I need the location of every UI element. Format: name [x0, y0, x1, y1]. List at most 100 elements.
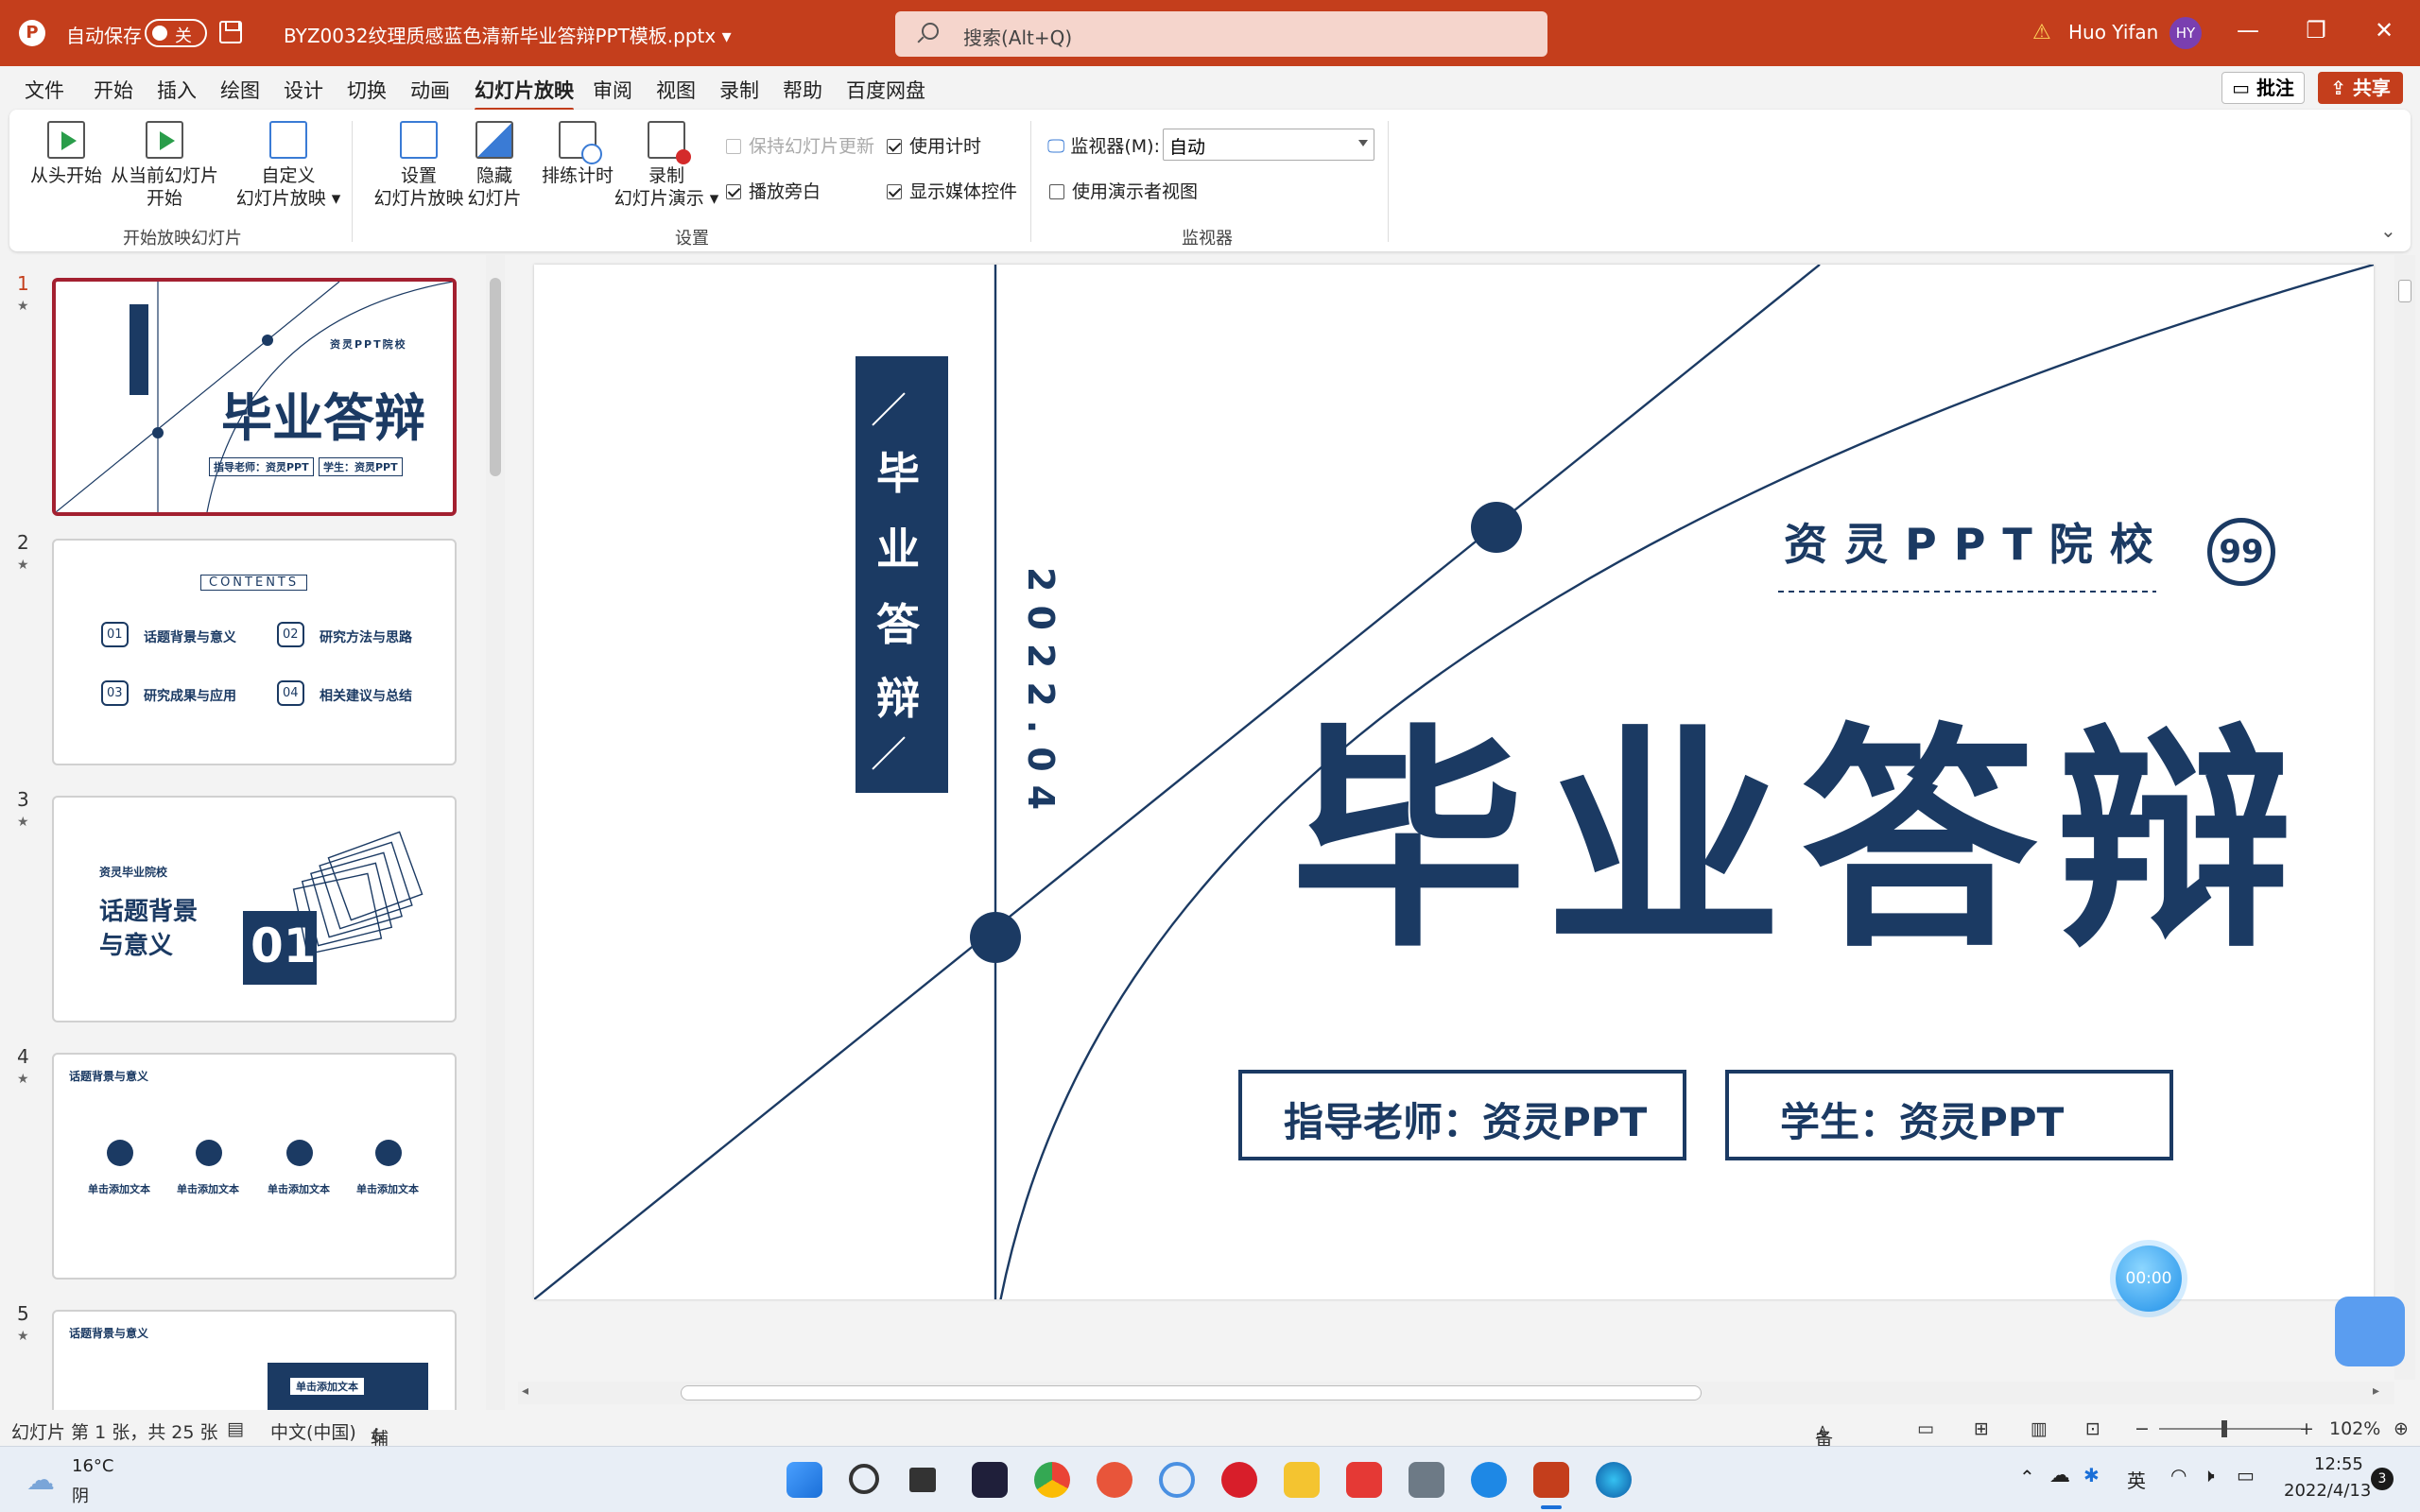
scrollbar-thumb[interactable]: [2398, 280, 2411, 302]
from-beginning-button[interactable]: 从头开始: [28, 121, 104, 187]
thumb5-heading: 话题背景与意义: [69, 1327, 149, 1340]
slideshow-view-icon[interactable]: ⊡: [2085, 1418, 2100, 1439]
user-name[interactable]: Huo Yifan: [2068, 21, 2158, 43]
language-indicator[interactable]: 中文(中国): [270, 1418, 356, 1444]
close-button[interactable]: ✕: [2365, 17, 2403, 43]
thumbnail-slide-2[interactable]: CONTENTS 01 话题背景与意义 02 研究方法与思路 03 研究成果与应…: [52, 539, 457, 765]
monitor-select[interactable]: 自动: [1163, 129, 1374, 161]
wifi-icon[interactable]: ◠: [2170, 1464, 2187, 1486]
ribbon-separator: [1030, 121, 1031, 242]
presenter-view-checkbox[interactable]: 使用演示者视图: [1049, 178, 1198, 203]
clock-time[interactable]: 12:55: [2314, 1454, 2363, 1474]
horizontal-scrollbar[interactable]: ◂ ▸: [518, 1382, 2394, 1404]
clock-date[interactable]: 2022/4/13: [2284, 1481, 2371, 1501]
tab-view[interactable]: 视图: [656, 76, 696, 104]
autosave-state: 关: [175, 26, 192, 46]
save-icon[interactable]: [219, 21, 242, 43]
windows-start-icon[interactable]: [786, 1462, 822, 1498]
play-narrations-checkbox[interactable]: 播放旁白: [726, 178, 821, 203]
recording-timer[interactable]: 00:00: [2116, 1246, 2182, 1312]
slide-canvas[interactable]: 毕 业 答 辩 2022.04 资灵PPT院校 99 毕业答辩 指导老师：资灵P…: [534, 265, 2374, 1299]
thumbnail-scrollbar[interactable]: [486, 255, 505, 1410]
minimize-button[interactable]: —: [2229, 17, 2267, 43]
app-icon[interactable]: [1159, 1462, 1195, 1498]
keep-updated-checkbox[interactable]: 保持幻灯片更新: [726, 132, 874, 158]
weather-cloud-icon[interactable]: ☁: [26, 1464, 55, 1497]
notification-badge[interactable]: 3: [2371, 1468, 2394, 1490]
zoom-slider[interactable]: [2159, 1420, 2301, 1437]
setup-label-1: 设置: [400, 165, 437, 186]
netease-music-icon[interactable]: [1221, 1462, 1257, 1498]
avatar[interactable]: HY: [2169, 17, 2202, 49]
reading-view-icon[interactable]: ▥: [2031, 1418, 2048, 1439]
spellcheck-icon[interactable]: ▤: [227, 1418, 244, 1439]
volume-icon[interactable]: 🕨: [2203, 1464, 2215, 1486]
powerpoint-app-icon[interactable]: P: [19, 20, 45, 46]
browser-icon[interactable]: [1097, 1462, 1132, 1498]
fit-slide-icon[interactable]: ⊕: [2394, 1418, 2409, 1439]
collapse-ribbon-icon[interactable]: ⌄: [2380, 219, 2396, 242]
photo-viewer-icon[interactable]: [1409, 1462, 1444, 1498]
scroll-right-icon[interactable]: ▸: [2373, 1383, 2379, 1399]
use-timings-checkbox[interactable]: 使用计时: [887, 132, 981, 158]
scrollbar-thumb[interactable]: [681, 1385, 1702, 1400]
zoom-level[interactable]: 102%: [2329, 1418, 2380, 1439]
battery-icon[interactable]: ▭: [2237, 1464, 2255, 1486]
document-title[interactable]: BYZ0032纹理质感蓝色清新毕业答辩PPT模板.pptx ▾: [284, 21, 732, 48]
zoom-slider-thumb[interactable]: [2221, 1420, 2227, 1437]
record-slideshow-button[interactable]: 录制 幻灯片演示 ▾: [613, 121, 720, 210]
input-method-indicator[interactable]: 英: [2127, 1466, 2146, 1493]
from-current-button[interactable]: 从当前幻灯片 开始: [108, 121, 221, 210]
zoom-out-button[interactable]: −: [2135, 1418, 2150, 1439]
setup-slideshow-button[interactable]: 设置 幻灯片放映: [363, 121, 475, 210]
tab-insert[interactable]: 插入: [157, 76, 197, 104]
toggle-knob: [152, 26, 167, 41]
tab-draw[interactable]: 绘图: [220, 76, 260, 104]
search-icon[interactable]: [849, 1464, 879, 1494]
search-box[interactable]: 搜索(Alt+Q): [895, 11, 1547, 57]
tab-baidu-netdisk[interactable]: 百度网盘: [846, 76, 925, 104]
assistant-bird-icon[interactable]: [2335, 1297, 2405, 1366]
thumbnail-number: 1: [17, 272, 29, 295]
autosave-toggle[interactable]: 关: [145, 19, 207, 47]
restore-button[interactable]: ❐: [2297, 17, 2335, 43]
chevron-up-icon[interactable]: ⌃: [2019, 1466, 2035, 1488]
powerpoint-taskbar-icon[interactable]: [1533, 1462, 1569, 1498]
task-view-icon[interactable]: [909, 1468, 936, 1492]
thumbnail-slide-3[interactable]: 资灵毕业院校 话题背景 与意义 01: [52, 796, 457, 1022]
tab-home[interactable]: 开始: [94, 76, 133, 104]
tab-help[interactable]: 帮助: [783, 76, 822, 104]
file-explorer-icon[interactable]: [1284, 1462, 1320, 1498]
thumbnail-slide-5[interactable]: 话题背景与意义 单击添加文本: [52, 1310, 457, 1410]
tab-slideshow[interactable]: 幻灯片放映: [475, 76, 574, 112]
thumbnail-slide-4[interactable]: 话题背景与意义 单击添加文本 单击添加文本 单击添加文本 单击添加文本: [52, 1053, 457, 1280]
vertical-scrollbar[interactable]: [2394, 255, 2415, 1380]
tab-review[interactable]: 审阅: [593, 76, 632, 104]
onedrive-icon[interactable]: ☁: [2049, 1464, 2070, 1487]
edge-icon[interactable]: [1596, 1462, 1632, 1498]
share-button[interactable]: ⇪ 共享: [2318, 72, 2403, 104]
tab-transitions[interactable]: 切换: [347, 76, 387, 104]
rehearse-timings-button[interactable]: 排练计时: [535, 121, 620, 187]
custom-label-2: 幻灯片放映: [235, 188, 326, 209]
chrome-icon[interactable]: [1034, 1462, 1070, 1498]
ie-icon[interactable]: [1471, 1462, 1507, 1498]
xmind-icon[interactable]: [1346, 1462, 1382, 1498]
show-media-controls-checkbox[interactable]: 显示媒体控件: [887, 178, 1017, 203]
tab-file[interactable]: 文件: [25, 76, 64, 104]
normal-view-icon[interactable]: ▭: [1917, 1418, 1934, 1439]
zoom-in-button[interactable]: +: [2299, 1418, 2314, 1439]
tab-design[interactable]: 设计: [284, 76, 323, 104]
jetbrains-icon[interactable]: [972, 1462, 1008, 1498]
scroll-left-icon[interactable]: ◂: [522, 1383, 528, 1399]
slide-sorter-icon[interactable]: ⊞: [1974, 1418, 1989, 1439]
tab-animations[interactable]: 动画: [410, 76, 450, 104]
thumbnail-slide-1[interactable]: 资灵PPT院校 毕业答辩 指导老师：资灵PPT 学生：资灵PPT: [52, 278, 457, 516]
comments-button[interactable]: ▭ 批注: [2221, 72, 2305, 104]
custom-slideshow-button[interactable]: 自定义 幻灯片放映 ▾: [233, 121, 344, 210]
security-icon[interactable]: ✱: [2083, 1464, 2100, 1486]
hide-slide-button[interactable]: 隐藏 幻灯片: [461, 121, 527, 210]
warning-icon[interactable]: ⚠: [2032, 21, 2051, 44]
scrollbar-thumb[interactable]: [490, 278, 501, 476]
tab-record[interactable]: 录制: [719, 76, 759, 104]
